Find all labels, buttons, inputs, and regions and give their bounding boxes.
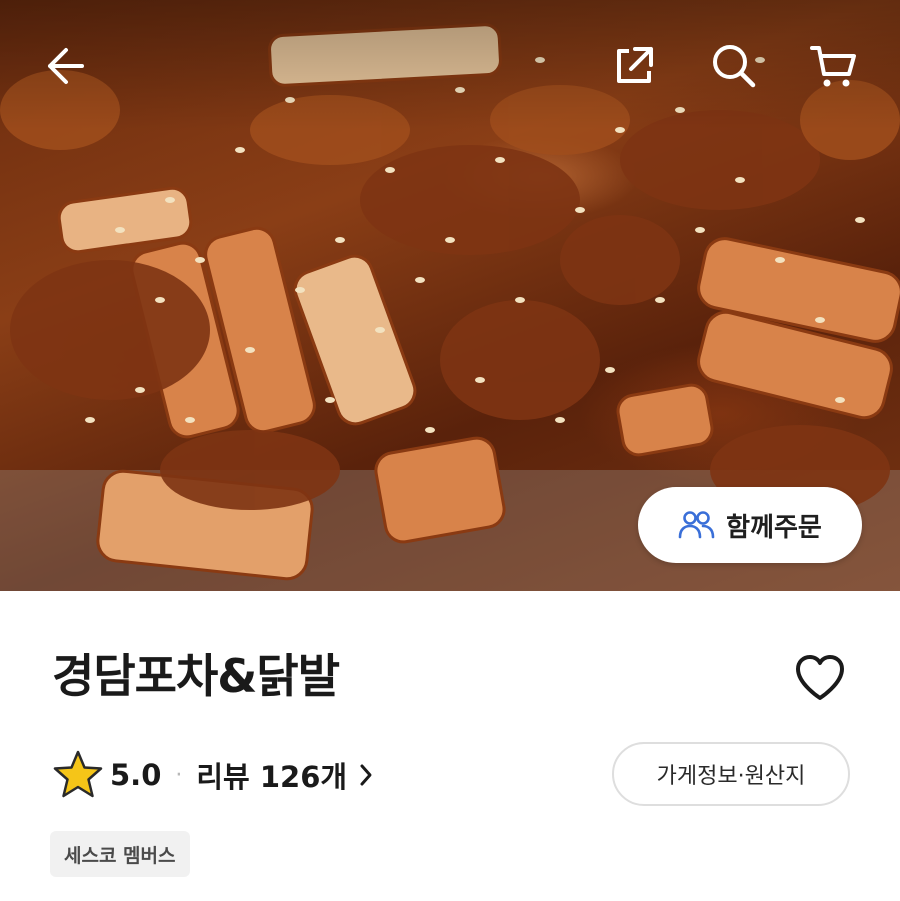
cesco-members-badge: 세스코 멤버스 bbox=[50, 831, 190, 877]
star-icon bbox=[53, 750, 103, 798]
cart-icon bbox=[810, 46, 856, 87]
rating-value: 5.0 bbox=[110, 758, 162, 792]
people-icon bbox=[678, 511, 715, 539]
review-count: 리뷰 126개 bbox=[196, 760, 348, 794]
group-order-button[interactable]: 함께주문 bbox=[638, 487, 862, 563]
cart-button[interactable] bbox=[808, 40, 860, 92]
review-link[interactable]: 리뷰 126개 bbox=[196, 754, 373, 796]
search-icon bbox=[713, 45, 756, 88]
store-name: 경담포차&닭발 bbox=[52, 649, 340, 703]
back-button[interactable] bbox=[38, 40, 90, 92]
store-detail-screen: 함께주문 경담포차&닭발 5.0 · 리뷰 126개 가게정보·원산지 세스코 … bbox=[0, 0, 900, 901]
share-external-icon bbox=[617, 47, 653, 83]
search-button[interactable] bbox=[708, 40, 760, 92]
favorite-button[interactable] bbox=[792, 650, 848, 706]
group-order-label: 함께주문 bbox=[726, 512, 822, 543]
chevron-right-icon bbox=[360, 764, 372, 786]
share-button[interactable] bbox=[608, 40, 660, 92]
rating-row: 5.0 · 리뷰 126개 bbox=[52, 750, 373, 800]
hero-top-shade bbox=[0, 0, 900, 130]
rating-separator: · bbox=[175, 762, 183, 788]
heart-icon bbox=[796, 655, 844, 700]
arrow-left-icon bbox=[48, 48, 84, 84]
store-info-button[interactable]: 가게정보·원산지 bbox=[612, 742, 850, 806]
